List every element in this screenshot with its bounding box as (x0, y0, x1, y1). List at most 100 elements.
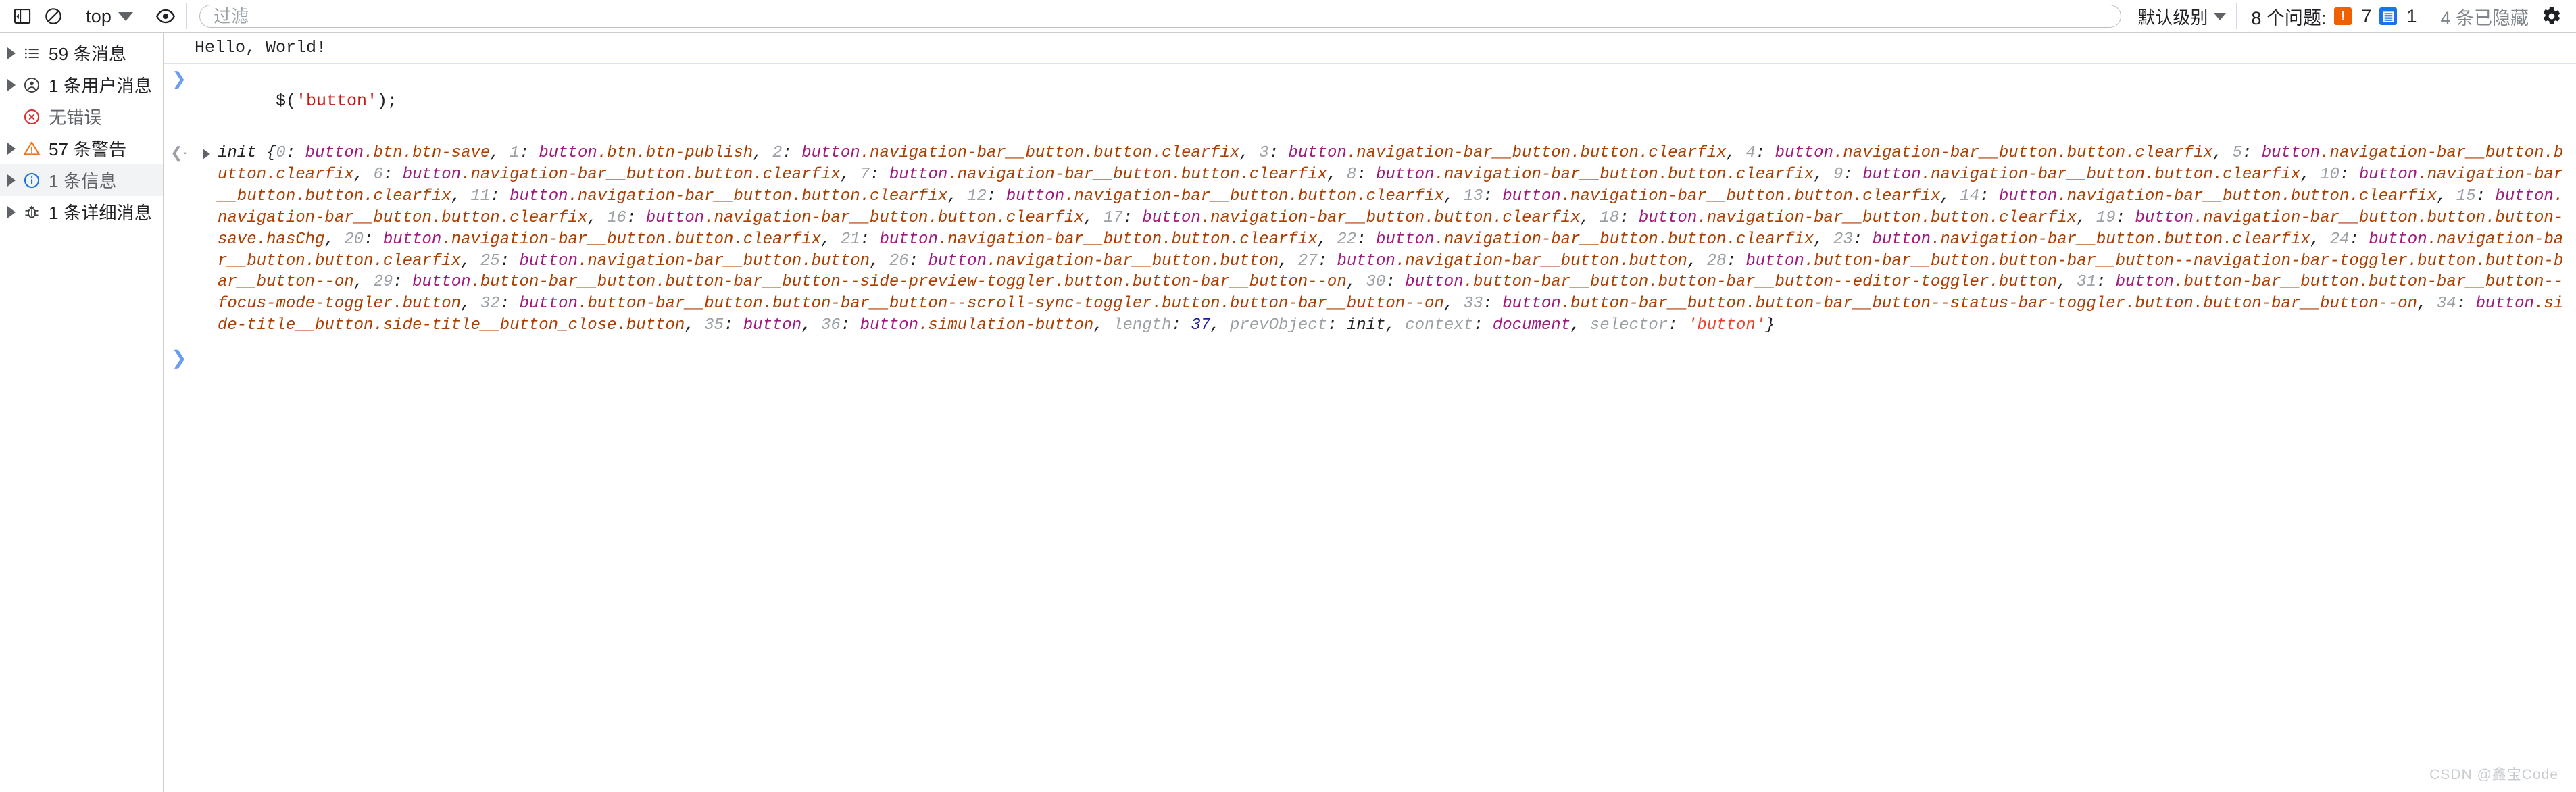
result-entry-value-13: button.navigation-bar__button.button.cle… (1502, 187, 1940, 205)
result-entry-class-8: .button (1658, 165, 1727, 184)
result-entry-class-32: .button-bar__button (577, 295, 763, 314)
result-entry-tag-30: button (1405, 273, 1464, 292)
result-entry-class-11: .clearfix (860, 187, 948, 205)
result-entry-sep-27: , (1687, 251, 1707, 270)
result-entry-colon-19: : (2115, 208, 2135, 227)
result-prop-sep-1: , (1385, 316, 1406, 335)
console-input-command[interactable]: ❯ $('button'); (164, 64, 2576, 139)
result-entry-class-12: .button (1288, 187, 1357, 205)
result-entry-class-33: .button (2125, 295, 2194, 314)
result-object-prefix: init { (218, 144, 276, 162)
result-entry-value-21: button.navigation-bar__button.button.cle… (879, 230, 1317, 249)
console-settings-button[interactable] (2537, 1, 2567, 31)
log-level-selector[interactable]: 默认级别 (2129, 4, 2231, 29)
log-level-label: 默认级别 (2137, 7, 2208, 28)
result-entry-index-24: 24 (2329, 230, 2350, 249)
sidebar-item-0[interactable]: 59 条消息 (0, 37, 163, 69)
result-entry-index-29: 29 (373, 273, 393, 292)
console-result-object[interactable]: ❮· init {0: button.btn.btn-save, 1: butt… (164, 139, 2576, 342)
hidden-messages-label: 4 条已隐藏 (2440, 7, 2529, 28)
log-message-text: Hello, World! (195, 38, 327, 57)
result-entry-class-13: .navigation-bar__button (1560, 187, 1785, 205)
sidebar-item-5[interactable]: 1 条详细消息 (0, 196, 163, 228)
result-entry-colon-11: : (490, 187, 510, 205)
console-output-panel[interactable]: Hello, World! ❯ $('button'); ❮· init {0:… (164, 33, 2576, 792)
result-entry-sep-19: , (324, 230, 345, 249)
result-entry-class-28: .button (2407, 251, 2476, 270)
result-entry-class-29: .button-bar__button--side-preview-toggle… (655, 273, 1055, 292)
result-prop-sep-0: , (1210, 316, 1230, 335)
result-entry-index-30: 30 (1366, 273, 1386, 292)
result-entry-tag-22: button (1376, 230, 1435, 249)
result-entry-sep-11: , (947, 187, 968, 205)
console-prompt-row[interactable]: ❯ (164, 341, 2576, 371)
result-entry-class-23: .button (2154, 230, 2223, 249)
result-entry-value-20: button.navigation-bar__button.button.cle… (383, 230, 821, 249)
sidebar-toggle-button[interactable] (7, 1, 38, 32)
result-prop-value-3: 'button' (1687, 316, 1766, 335)
output-arrow-icon: ❮· (170, 144, 188, 161)
result-entry-class-36: .simulation-button (918, 316, 1094, 335)
expand-object-toggle[interactable] (195, 143, 218, 159)
expand-arrow-icon[interactable] (3, 47, 20, 59)
result-entry-value-29: button.button-bar__button.button-bar__bu… (412, 273, 1347, 291)
result-entry-index-1: 1 (510, 144, 520, 162)
expand-arrow-icon[interactable] (3, 142, 20, 155)
result-entry-index-16: 16 (607, 208, 626, 227)
chevron-down-icon (2214, 12, 2227, 20)
sidebar-item-label: 59 条消息 (49, 44, 127, 64)
result-entry-sep-33: , (2417, 295, 2437, 314)
result-entry-value-14: button.navigation-bar__button.button.cle… (1999, 187, 2437, 205)
result-entry-colon-18: : (1619, 208, 1639, 227)
result-entry-index-8: 8 (1346, 165, 1357, 184)
result-entry-class-18: .clearfix (1989, 208, 2077, 227)
result-entry-sep-9: , (2300, 165, 2321, 184)
watermark-label: CSDN @鑫宝Code (2429, 767, 2558, 783)
result-entry-class-19: .hasChg (256, 230, 325, 249)
result-entry-colon-25: : (499, 251, 520, 270)
result-entry-index-6: 6 (373, 165, 383, 184)
result-entry-index-11: 11 (470, 187, 491, 205)
expand-arrow-icon[interactable] (3, 205, 20, 218)
result-entry-value-2: button.navigation-bar__button.button.cle… (801, 144, 1239, 162)
result-entry-tag-17: button (1142, 208, 1201, 227)
result-entry-tag-32: button (519, 295, 578, 314)
result-entry-index-34: 34 (2436, 295, 2456, 314)
expand-arrow-icon[interactable] (3, 78, 20, 91)
result-entry-index-3: 3 (1259, 144, 1269, 162)
result-entry-class-3: .navigation-bar__button (1346, 144, 1571, 162)
result-prop-colon-3: : (1668, 316, 1687, 335)
result-entry-index-35: 35 (704, 316, 724, 335)
live-expression-button[interactable] (150, 1, 181, 32)
info-icon (20, 172, 43, 189)
result-entry-colon-4: : (1755, 144, 1775, 162)
result-prop-colon-2: : (1473, 316, 1493, 335)
sidebar-item-3[interactable]: 57 条警告 (0, 132, 163, 164)
sidebar-item-2[interactable]: 无错误 (0, 101, 163, 132)
result-entry-tag-12: button (1006, 187, 1065, 205)
result-entry-colon-17: : (1122, 208, 1143, 227)
result-entry-sep-21: , (1317, 230, 1337, 249)
clear-console-button[interactable] (38, 1, 69, 32)
result-entry-colon-14: : (1979, 187, 1999, 205)
sidebar-item-4[interactable]: 1 条信息 (0, 164, 163, 196)
result-entry-class-20: .clearfix (733, 230, 822, 249)
filter-input[interactable] (199, 5, 2122, 28)
result-entry-class-29: .button-bar__button (470, 273, 656, 292)
result-entry-class-27: .navigation-bar__button (1395, 251, 1620, 270)
expand-arrow-icon[interactable] (3, 174, 20, 187)
console-toolbar: top 默认级别 8 个问题: ! 7 ▤ 1 4 条已隐藏 (0, 0, 2576, 33)
result-entry-class-9: .clearfix (2212, 165, 2301, 184)
result-entry-value-32: button.button-bar__button.button-bar__bu… (520, 295, 1444, 313)
result-entry-colon-27: : (1317, 251, 1337, 270)
result-entry-class-32: .button (1151, 295, 1220, 314)
result-entry-class-15: .clearfix (499, 208, 588, 227)
result-entry-class-18: .navigation-bar__button (1697, 208, 1921, 227)
issues-counter[interactable]: 8 个问题: ! 7 ▤ 1 (2241, 3, 2426, 30)
result-entry-class-20: .button (665, 230, 734, 249)
info-badge-count: 1 (2406, 5, 2417, 26)
execution-context-selector[interactable]: top (79, 1, 140, 31)
result-entry-tag-25: button (519, 251, 578, 270)
result-prop-colon-0: : (1171, 316, 1191, 335)
sidebar-item-1[interactable]: 1 条用户消息 (0, 69, 163, 101)
